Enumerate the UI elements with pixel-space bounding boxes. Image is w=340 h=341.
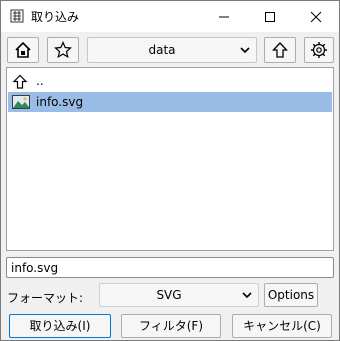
filter-button[interactable]: フィルタ(F) bbox=[121, 314, 221, 338]
star-icon bbox=[54, 41, 72, 59]
import-button[interactable]: 取り込み(I) bbox=[9, 314, 111, 338]
parent-dir-icon bbox=[12, 74, 28, 89]
bookmark-button[interactable] bbox=[47, 37, 79, 63]
home-button[interactable] bbox=[7, 37, 39, 63]
close-icon bbox=[310, 11, 322, 22]
file-name: .. bbox=[36, 74, 44, 88]
maximize-button[interactable] bbox=[247, 1, 293, 32]
chevron-down-icon bbox=[240, 47, 250, 54]
file-list[interactable]: .. info.svg bbox=[6, 67, 334, 251]
up-directory-button[interactable] bbox=[264, 37, 296, 63]
filename-field[interactable]: info.svg bbox=[6, 257, 334, 278]
chevron-down-icon bbox=[242, 292, 252, 299]
title-bar[interactable]: 取り込み bbox=[1, 1, 339, 32]
window-title: 取り込み bbox=[31, 10, 80, 24]
filename-value: info.svg bbox=[11, 261, 59, 275]
cancel-button[interactable]: キャンセル(C) bbox=[232, 314, 332, 338]
options-button[interactable]: Options bbox=[264, 283, 318, 307]
minimize-icon bbox=[219, 16, 229, 17]
maximize-icon bbox=[265, 11, 275, 22]
list-item-info-svg[interactable]: info.svg bbox=[8, 92, 332, 112]
arrow-up-icon bbox=[272, 42, 288, 58]
minimize-button[interactable] bbox=[201, 1, 247, 32]
directory-value: data bbox=[148, 43, 176, 57]
image-file-icon bbox=[12, 95, 30, 109]
settings-button[interactable] bbox=[304, 37, 334, 63]
format-label: フォーマット: bbox=[7, 291, 84, 305]
format-value: SVG bbox=[156, 288, 182, 302]
format-select[interactable]: SVG bbox=[99, 283, 259, 307]
importer-icon bbox=[10, 9, 24, 23]
file-name: info.svg bbox=[36, 95, 84, 109]
gear-icon bbox=[311, 42, 327, 58]
list-item-parent-dir[interactable]: .. bbox=[8, 71, 332, 91]
home-icon bbox=[15, 41, 31, 58]
import-dialog: 取り込み data .. info.svg info.svg フォーマット: S… bbox=[0, 0, 340, 341]
close-button[interactable] bbox=[293, 1, 339, 32]
directory-select[interactable]: data bbox=[87, 37, 257, 63]
